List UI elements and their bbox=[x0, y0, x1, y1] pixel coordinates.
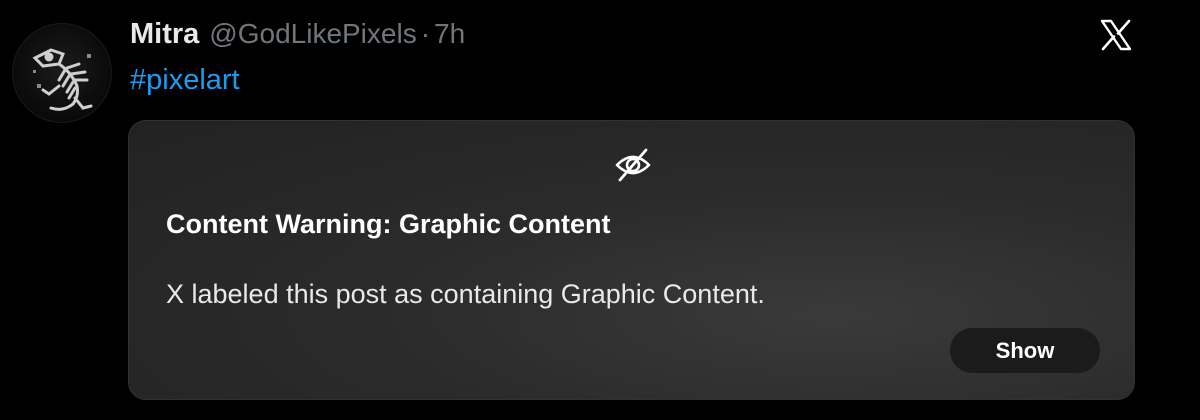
show-button[interactable]: Show bbox=[950, 328, 1100, 373]
x-logo-icon[interactable] bbox=[1099, 18, 1133, 52]
content-warning-card: Content Warning: Graphic Content X label… bbox=[128, 120, 1135, 400]
separator-dot: · bbox=[420, 18, 431, 49]
hashtag-link[interactable]: #pixelart bbox=[130, 62, 240, 98]
author-handle[interactable]: @GodLikePixels bbox=[209, 18, 416, 50]
post-header: Mitra @GodLikePixels · 7h bbox=[130, 14, 465, 54]
avatar[interactable] bbox=[12, 23, 112, 123]
content-warning-message: X labeled this post as containing Graphi… bbox=[166, 279, 765, 309]
skeleton-avatar-icon bbox=[32, 48, 93, 111]
eye-slash-icon bbox=[613, 145, 653, 185]
post-timestamp[interactable]: 7h bbox=[434, 18, 465, 50]
author-name[interactable]: Mitra bbox=[130, 18, 199, 51]
content-warning-title: Content Warning: Graphic Content bbox=[166, 209, 611, 239]
